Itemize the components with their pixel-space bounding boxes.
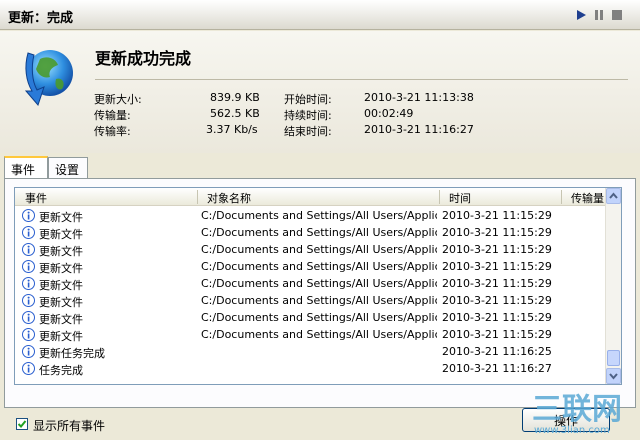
table-row[interactable]: 更新文件 C:/Documents and Settings/All Users… [15, 224, 607, 241]
globe-arrow-icon [24, 50, 73, 106]
table-row[interactable]: 更新文件 C:/Documents and Settings/All Users… [15, 241, 607, 258]
tab-settings[interactable]: 设置 [48, 157, 88, 178]
info-icon [22, 226, 35, 239]
object-cell: C:/Documents and Settings/All Users/Appl… [201, 243, 437, 256]
time-cell: 2010-3-21 11:15:29 [442, 243, 552, 256]
info-icon [22, 277, 35, 290]
events-list[interactable]: 事件 对象名称 时间 传输量 更新文件 C:/Documents and Set… [14, 187, 622, 385]
transferred-value: 562.5 KB [210, 107, 260, 120]
time-cell: 2010-3-21 11:15:29 [442, 294, 552, 307]
end-time-label: 结束时间: [284, 125, 332, 138]
info-icon [22, 362, 35, 375]
info-icon [22, 345, 35, 358]
info-icon [22, 311, 35, 324]
update-size-label: 更新大小: [94, 93, 142, 106]
object-cell: C:/Documents and Settings/All Users/Appl… [201, 260, 437, 273]
object-cell: C:/Documents and Settings/All Users/Appl… [201, 328, 437, 341]
pause-icon[interactable] [592, 8, 606, 22]
column-transferred[interactable]: 传输量 [571, 190, 604, 206]
duration-label: 持续时间: [284, 109, 332, 122]
tab-events[interactable]: 事件 [4, 156, 48, 179]
header-divider [95, 79, 628, 80]
info-icon [22, 328, 35, 341]
column-event[interactable]: 事件 [25, 190, 47, 206]
scroll-thumb[interactable] [607, 350, 620, 366]
events-rows: 更新文件 C:/Documents and Settings/All Users… [15, 207, 607, 377]
object-cell: C:/Documents and Settings/All Users/Appl… [201, 277, 437, 290]
column-object[interactable]: 对象名称 [207, 190, 251, 206]
stop-icon[interactable] [610, 8, 624, 22]
duration-value: 00:02:49 [364, 107, 414, 120]
time-cell: 2010-3-21 11:15:29 [442, 260, 552, 273]
object-cell: C:/Documents and Settings/All Users/Appl… [201, 209, 437, 222]
event-cell: 更新文件 [39, 228, 83, 241]
time-cell: 2010-3-21 11:15:29 [442, 328, 552, 341]
info-icon [22, 243, 35, 256]
transferred-label: 传输量: [94, 109, 131, 122]
scroll-down-button[interactable] [606, 368, 621, 384]
events-list-header: 事件 对象名称 时间 传输量 [15, 188, 607, 206]
chevron-down-icon [609, 373, 618, 380]
column-divider [561, 190, 562, 204]
time-cell: 2010-3-21 11:15:29 [442, 209, 552, 222]
window-title: 更新：完成 [8, 11, 74, 26]
title-bar: 更新：完成 [0, 0, 640, 30]
event-cell: 更新文件 [39, 330, 83, 343]
event-cell: 更新文件 [39, 262, 83, 275]
table-row[interactable]: 更新文件 C:/Documents and Settings/All Users… [15, 207, 607, 224]
checkmark-icon [17, 420, 27, 428]
info-icon [22, 209, 35, 222]
event-cell: 更新文件 [39, 245, 83, 258]
table-row[interactable]: 更新文件 C:/Documents and Settings/All Users… [15, 275, 607, 292]
scroll-up-button[interactable] [606, 188, 621, 204]
time-cell: 2010-3-21 11:16:25 [442, 345, 552, 358]
object-cell: C:/Documents and Settings/All Users/Appl… [201, 311, 437, 324]
event-cell: 任务完成 [39, 364, 83, 377]
event-cell: 更新文件 [39, 279, 83, 292]
table-row[interactable]: 更新文件 C:/Documents and Settings/All Users… [15, 292, 607, 309]
time-cell: 2010-3-21 11:15:29 [442, 226, 552, 239]
event-cell: 更新文件 [39, 313, 83, 326]
time-cell: 2010-3-21 11:15:29 [442, 311, 552, 324]
time-cell: 2010-3-21 11:16:27 [442, 362, 552, 375]
event-cell: 更新任务完成 [39, 347, 105, 360]
table-row[interactable]: 任务完成 2010-3-21 11:16:27 [15, 360, 607, 377]
info-icon [22, 260, 35, 273]
column-divider [439, 190, 440, 204]
start-time-label: 开始时间: [284, 93, 332, 106]
watermark-url: www.3lian.com [534, 425, 610, 436]
update-size-value: 839.9 KB [210, 91, 260, 104]
chevron-up-icon [609, 192, 618, 199]
show-all-events-label[interactable]: 显示所有事件 [33, 417, 105, 434]
end-time-value: 2010-3-21 11:16:27 [364, 123, 474, 136]
show-all-events-checkbox[interactable] [16, 418, 28, 430]
object-cell: C:/Documents and Settings/All Users/Appl… [201, 226, 437, 239]
time-cell: 2010-3-21 11:15:29 [442, 277, 552, 290]
event-cell: 更新文件 [39, 211, 83, 224]
play-icon[interactable] [574, 8, 588, 22]
status-title: 更新成功完成 [95, 49, 192, 68]
rate-value: 3.37 Kb/s [206, 123, 258, 136]
vertical-scrollbar[interactable] [605, 188, 621, 384]
event-cell: 更新文件 [39, 296, 83, 309]
rate-label: 传输率: [94, 125, 131, 138]
table-row[interactable]: 更新文件 C:/Documents and Settings/All Users… [15, 258, 607, 275]
table-row[interactable]: 更新任务完成 2010-3-21 11:16:25 [15, 343, 607, 360]
column-time[interactable]: 时间 [449, 190, 471, 206]
table-row[interactable]: 更新文件 C:/Documents and Settings/All Users… [15, 309, 607, 326]
column-divider [197, 190, 198, 204]
info-icon [22, 294, 35, 307]
table-row[interactable]: 更新文件 C:/Documents and Settings/All Users… [15, 326, 607, 343]
start-time-value: 2010-3-21 11:13:38 [364, 91, 474, 104]
summary-header: 更新成功完成 更新大小: 839.9 KB 传输量: 562.5 KB 传输率:… [0, 31, 640, 153]
object-cell: C:/Documents and Settings/All Users/Appl… [201, 294, 437, 307]
